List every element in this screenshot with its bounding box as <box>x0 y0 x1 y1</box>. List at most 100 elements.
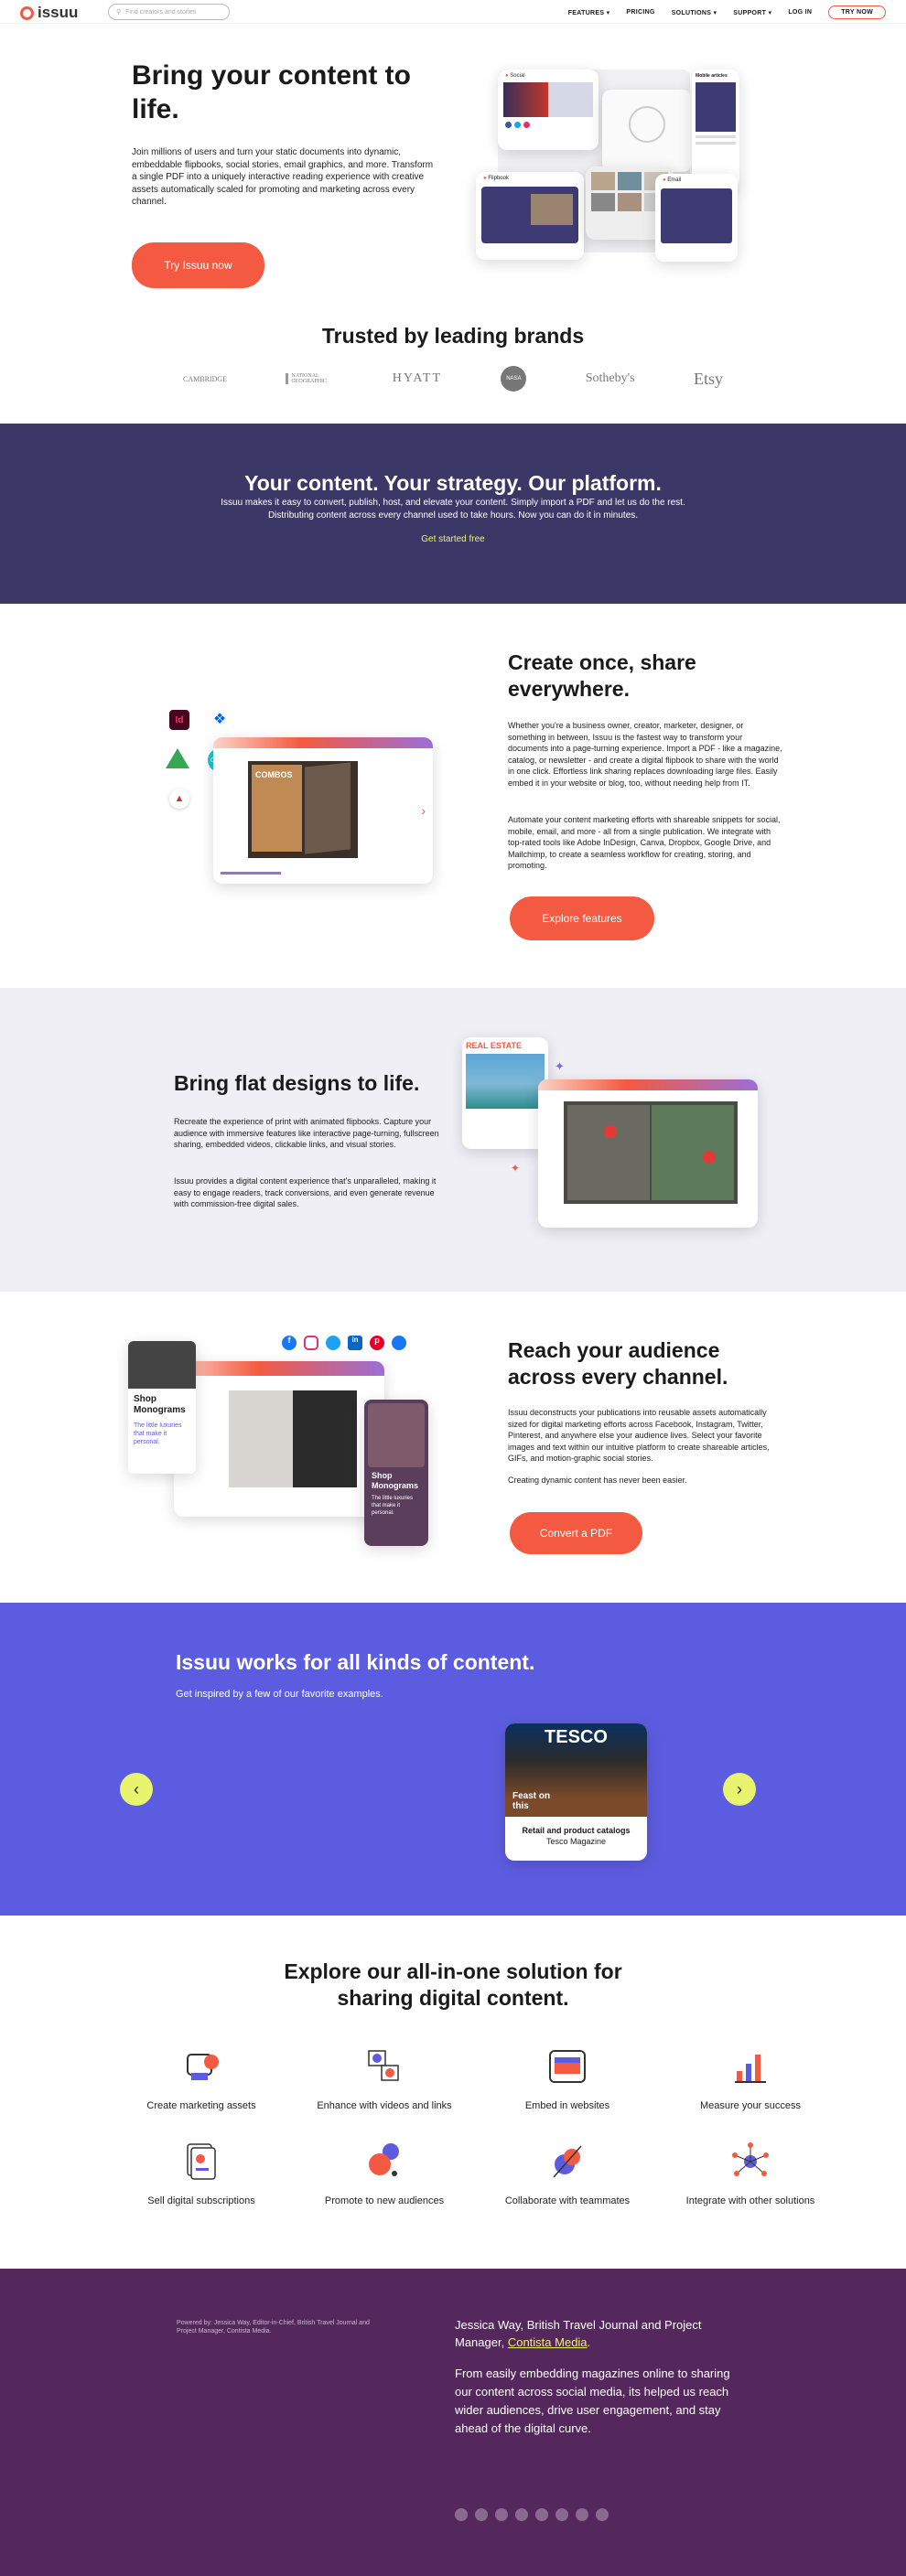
trusted-title: Trusted by leading brands <box>321 324 585 348</box>
feature-label: Collaborate with teammates <box>504 2195 631 2206</box>
flat-body-1: Recreate the experience of print with an… <box>174 1117 439 1149</box>
platform-title: Your content. Your strategy. Our platfor… <box>244 471 662 495</box>
nav-links: FEATURES ▾ PRICING SOLUTIONS ▾ SUPPORT ▾… <box>568 5 886 19</box>
feature-label: Sell digital subscriptions <box>147 2195 255 2206</box>
social-card: ● Social <box>498 70 599 150</box>
flat-flipbook-preview <box>538 1079 758 1228</box>
dot-7[interactable] <box>576 2508 588 2521</box>
flipbook-card: ● Flipbook <box>476 172 584 260</box>
flipbook-preview: COMBOS › <box>213 737 433 884</box>
hero-body: Join millions of users and turn your sta… <box>132 147 434 207</box>
facebook-icon: f <box>282 1336 297 1350</box>
social-story-card: Shop Monograms The little luxuries that … <box>128 1341 196 1474</box>
feature-grid: Create marketing assets Enhance with vid… <box>110 2045 814 2206</box>
megaphone-icon <box>369 2143 399 2176</box>
tesco-logo: TESCO <box>545 1727 608 1747</box>
issuu-logo-icon <box>20 5 34 20</box>
flat-body-2: Issuu provides a digital content experie… <box>174 1176 437 1208</box>
mobile-story-card: Shop Monograms The little luxuries that … <box>364 1400 428 1546</box>
card-title: Retail and product catalogs <box>522 1826 631 1835</box>
feature-measure: Measure your success <box>659 2045 842 2111</box>
feature-videos: Enhance with videos and links <box>293 2045 476 2111</box>
dot-2[interactable] <box>475 2508 488 2521</box>
mobile-articles-card: Mobile articles <box>692 70 739 188</box>
embed-icon <box>549 2050 586 2083</box>
create-body-1: Whether you're a business owner, creator… <box>508 721 782 788</box>
integrate-icon <box>732 2142 769 2176</box>
feature-label: Enhance with videos and links <box>317 2100 452 2111</box>
nav-login[interactable]: LOG IN <box>788 9 812 16</box>
twitter-icon <box>326 1336 340 1350</box>
chevron-right-icon[interactable]: › <box>421 803 426 818</box>
feature-marketing: Create marketing assets <box>110 2045 293 2111</box>
mobile-story-sub: The little luxuries that make it persona… <box>372 1496 414 1516</box>
kinds-title: Issuu works for all kinds of content. <box>176 1650 535 1674</box>
cambridge-logo: CAMBRIDGE <box>183 374 228 383</box>
platform-section: Your content. Your strategy. Our platfor… <box>0 424 906 604</box>
convert-pdf-button[interactable]: Convert a PDF <box>510 1512 642 1554</box>
issuu-logo[interactable]: issuu <box>20 4 78 22</box>
dot-4[interactable] <box>515 2508 528 2521</box>
shop-monograms-title: Shop Monograms <box>134 1394 186 1415</box>
testimonial-author: Jessica Way, British Travel Journal and … <box>455 2318 702 2349</box>
search-icon: ⚲ <box>116 9 122 16</box>
email-card: ● Email <box>655 174 738 262</box>
flat-section: Bring flat designs to life. Recreate the… <box>0 988 906 1292</box>
testimonial-dots <box>455 2508 609 2521</box>
feature-label: Create marketing assets <box>146 2100 256 2111</box>
feature-promote: Promote to new audiences <box>293 2141 476 2206</box>
dot-5[interactable] <box>535 2508 548 2521</box>
cover-headline: Feast on this <box>512 1791 551 1811</box>
social-icons: f in p <box>282 1336 406 1350</box>
feature-label: Measure your success <box>699 2100 802 2111</box>
try-issuu-button[interactable]: Try Issuu now <box>132 242 264 288</box>
play-icon[interactable] <box>604 1125 617 1138</box>
collaborate-icon <box>553 2145 582 2178</box>
sothebys-logo: Sotheby's <box>585 371 635 385</box>
nav-pricing[interactable]: PRICING <box>626 9 654 16</box>
hero-title: Bring your content to life. <box>132 60 411 124</box>
reach-body-1: Issuu deconstructs your publications int… <box>508 1408 770 1463</box>
instagram-icon <box>304 1336 318 1350</box>
chevron-right-icon: › <box>737 1779 742 1798</box>
create-title: Create once, share everywhere. <box>508 650 696 701</box>
messenger-icon <box>392 1336 406 1350</box>
marketing-assets-icon <box>187 2054 219 2080</box>
feature-integrate: Integrate with other solutions <box>659 2141 842 2206</box>
indesign-icon: Id <box>169 710 189 730</box>
explore-features-button[interactable]: Explore features <box>510 896 654 940</box>
reach-flipbook-preview <box>174 1361 384 1517</box>
kinds-section: Issuu works for all kinds of content. Ge… <box>0 1603 906 1916</box>
acrobat-icon: ▲ <box>169 789 189 809</box>
play-icon-2[interactable] <box>703 1151 716 1164</box>
card-subtitle: Tesco Magazine <box>545 1837 607 1846</box>
publication-card[interactable]: TESCO Feast on this Retail and product c… <box>505 1723 647 1861</box>
testimonial-caption: Powered by: Jessica Way, Editor-in-Chief… <box>177 2320 370 2334</box>
reach-mockup: f in p Shop Monograms The little luxurie… <box>128 1336 448 1546</box>
nav-solutions[interactable]: SOLUTIONS ▾ <box>672 9 717 16</box>
combos-cover: COMBOS <box>252 765 302 852</box>
carousel-next-button[interactable]: › <box>723 1773 756 1806</box>
nav-support[interactable]: SUPPORT ▾ <box>733 9 771 16</box>
dot-1[interactable] <box>455 2508 468 2521</box>
get-started-free-link[interactable]: Get started free <box>421 534 484 544</box>
feature-embed: Embed in websites <box>476 2045 659 2111</box>
real-estate-cover: REAL ESTATE <box>462 1037 548 1149</box>
brand-logos: CAMBRIDGE NATIONAL GEOGRAPHIC HYATT NASA… <box>183 366 723 392</box>
dot-6[interactable] <box>555 2508 568 2521</box>
nav-features[interactable]: FEATURES ▾ <box>568 9 610 16</box>
chevron-left-icon: ‹ <box>134 1779 139 1798</box>
feature-label: Embed in websites <box>524 2100 610 2111</box>
dot-3[interactable] <box>495 2508 508 2521</box>
mobile-story-title: Shop Monograms <box>372 1471 419 1490</box>
dot-8[interactable] <box>596 2508 609 2521</box>
shop-monograms-sub: The little luxuries that make it persona… <box>134 1422 182 1445</box>
try-now-button[interactable]: TRY NOW <box>828 5 886 19</box>
sparkle-icon-2: ✦ <box>511 1162 521 1175</box>
feature-label: Promote to new audiences <box>324 2195 445 2206</box>
contista-media-link[interactable]: Contista Media <box>508 2335 588 2349</box>
feature-subscriptions: Sell digital subscriptions <box>110 2141 293 2206</box>
search-input[interactable]: ⚲ Find creators and stories <box>108 4 230 20</box>
carousel-prev-button[interactable]: ‹ <box>120 1773 153 1806</box>
subscriptions-icon <box>187 2143 216 2180</box>
